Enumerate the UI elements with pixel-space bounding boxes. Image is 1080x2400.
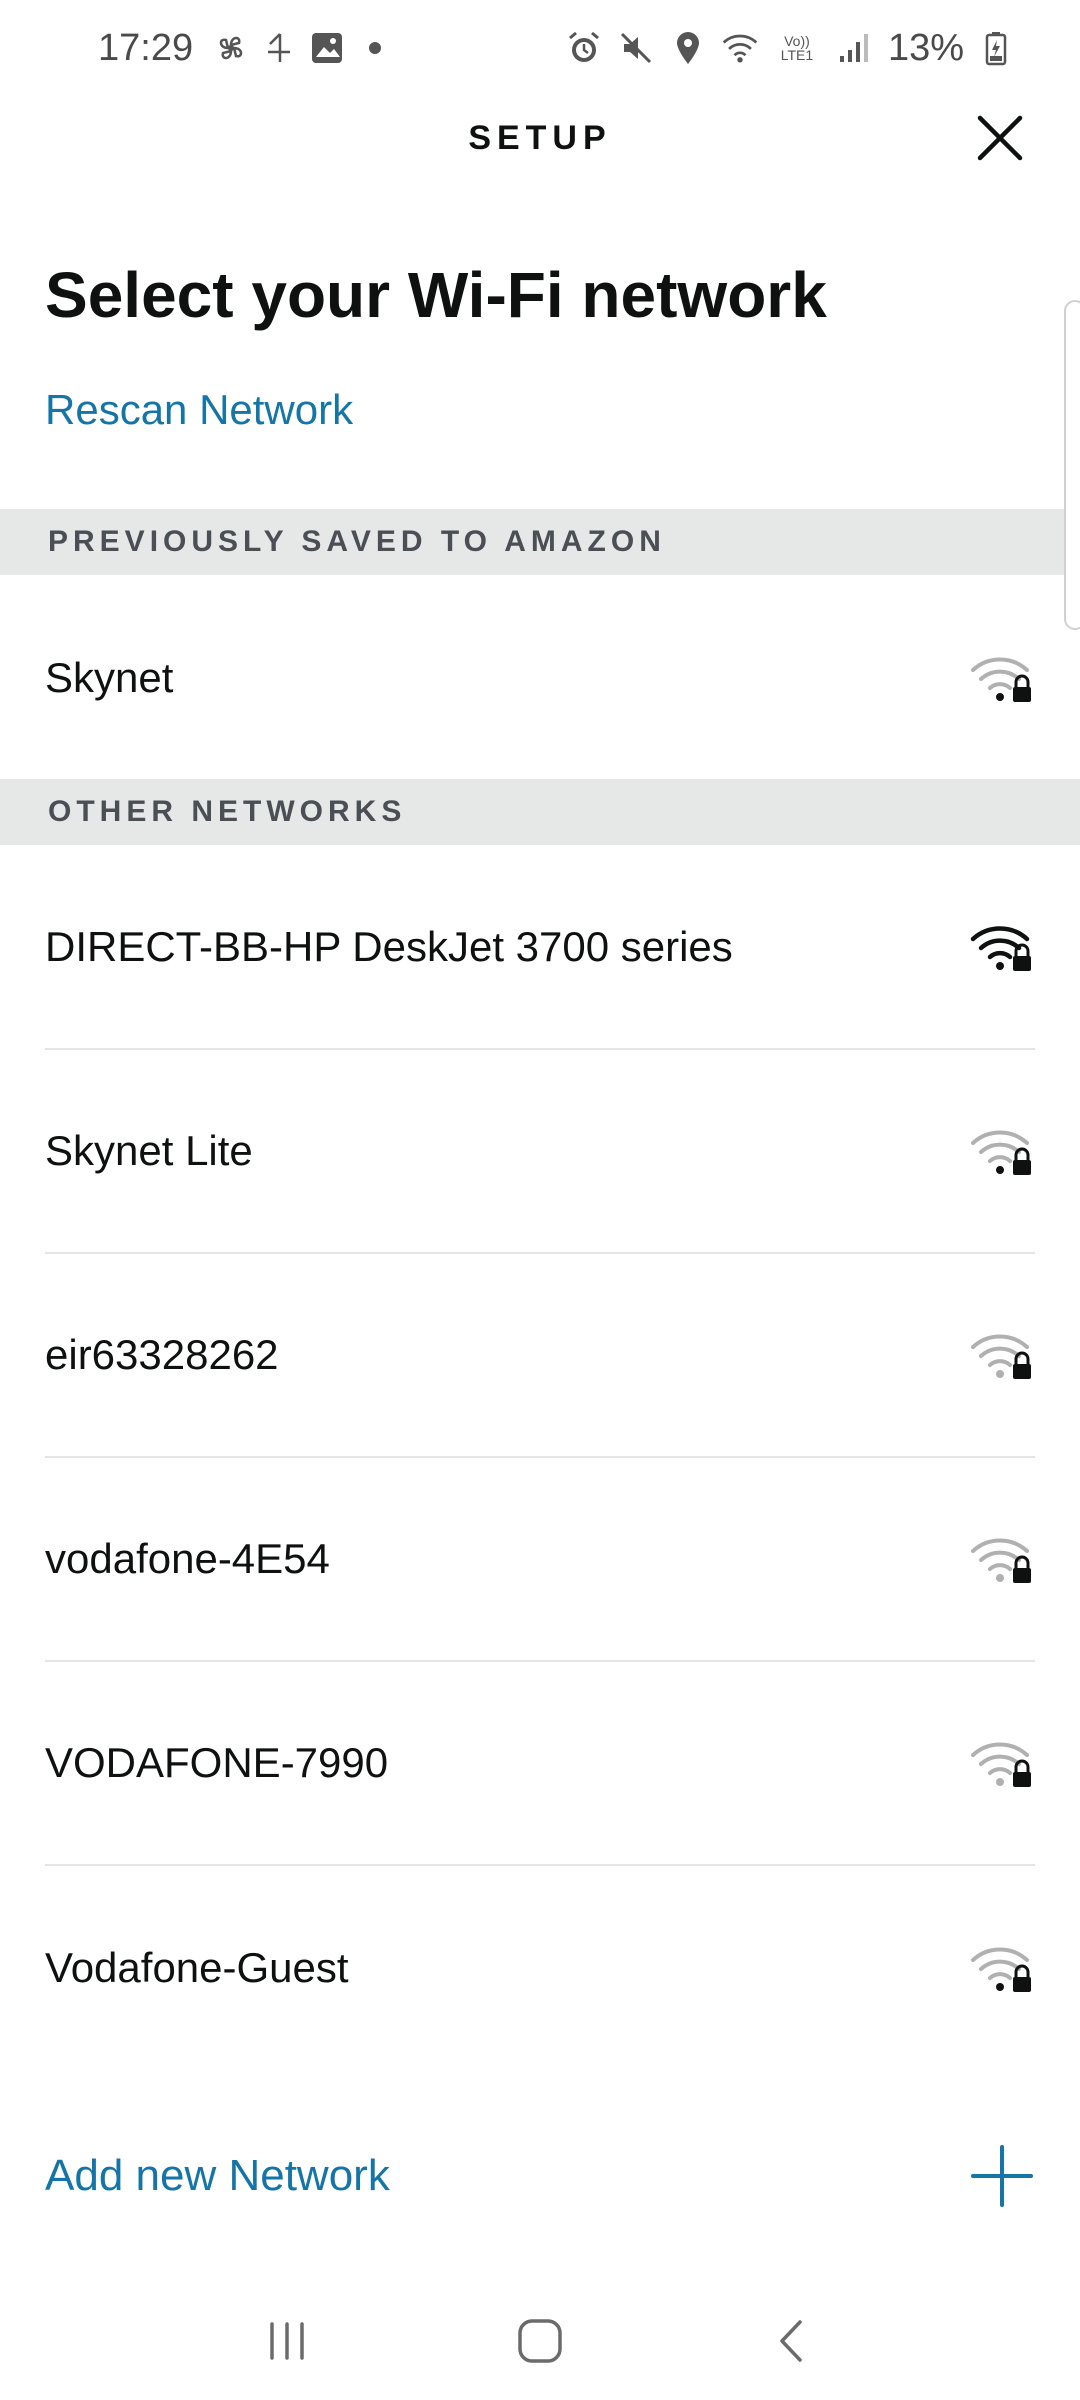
- status-time: 17:29: [98, 26, 194, 69]
- gallery-icon: [307, 28, 347, 68]
- wifi-lock-weak-icon: [971, 1947, 1031, 1992]
- status-bar-left: 17:29: [98, 26, 382, 70]
- network-name: Skynet: [45, 654, 174, 701]
- header: SETUP: [0, 96, 1080, 180]
- network-name: Skynet Lite: [45, 1127, 253, 1174]
- battery-percent: 13%: [887, 26, 964, 69]
- back-button[interactable]: [753, 2301, 833, 2381]
- network-name: Vodafone-Guest: [45, 1944, 349, 1991]
- status-bar: 17:29 Vo)) LTE1 13%: [0, 0, 1080, 96]
- network-row[interactable]: Skynet Lite: [45, 1050, 1035, 1254]
- wifi-lock-weak-icon: [971, 1538, 1031, 1583]
- network-name: DIRECT-BB-HP DeskJet 3700 series: [45, 923, 733, 970]
- screen: 17:29 Vo)) LTE1 13% SETUP Select your Wi…: [0, 0, 1080, 2400]
- add-network-button[interactable]: Add new Network: [45, 2126, 1035, 2226]
- close-icon: [977, 115, 1023, 161]
- volte-label: Vo)) LTE1: [780, 33, 814, 63]
- network-row[interactable]: DIRECT-BB-HP DeskJet 3700 series: [45, 846, 1035, 1050]
- location-icon: [668, 28, 708, 68]
- back-icon: [780, 2320, 803, 2362]
- network-row[interactable]: vodafone-4E54: [45, 1458, 1035, 1662]
- network-row-saved[interactable]: Skynet: [45, 576, 1035, 780]
- channel4-icon: [259, 28, 299, 68]
- plus-icon: [971, 2145, 1033, 2207]
- volte-icon: Vo)) LTE1: [772, 28, 822, 68]
- scrollbar-thumb[interactable]: [1064, 300, 1080, 630]
- network-row[interactable]: Vodafone-Guest: [45, 1866, 1035, 2070]
- header-title: SETUP: [468, 118, 612, 157]
- signal-icon: [834, 28, 874, 68]
- network-name: VODAFONE-7990: [45, 1739, 389, 1786]
- nav-bar: [0, 2282, 1080, 2400]
- network-name: eir63328262: [45, 1331, 279, 1378]
- fan-icon: [211, 28, 251, 68]
- wifi-lock-weak-icon: [971, 1742, 1031, 1787]
- wifi-lock-strong-icon: [970, 926, 1031, 971]
- close-button[interactable]: [970, 108, 1030, 168]
- network-name: vodafone-4E54: [45, 1535, 330, 1582]
- notification-dot-icon: [369, 42, 382, 54]
- network-row[interactable]: VODAFONE-7990: [45, 1662, 1035, 1866]
- mute-icon: [616, 28, 656, 68]
- wifi-status-icon: [720, 28, 760, 68]
- alarm-icon: [564, 28, 604, 68]
- wifi-lock-weak-icon: [971, 1334, 1031, 1379]
- recents-button[interactable]: [247, 2301, 327, 2381]
- recents-icon: [269, 2322, 304, 2360]
- rescan-network-link[interactable]: Rescan Network: [45, 386, 353, 434]
- status-bar-right: Vo)) LTE1 13%: [558, 27, 1022, 70]
- home-button[interactable]: [500, 2301, 580, 2381]
- home-icon: [518, 2319, 562, 2363]
- wifi-lock-weak-icon: [971, 1130, 1031, 1175]
- wifi-lock-weak-icon: [971, 657, 1031, 702]
- section-header-saved: PREVIOUSLY SAVED TO AMAZON: [0, 509, 1080, 575]
- add-network-label: Add new Network: [45, 2151, 390, 2200]
- section-header-other: OTHER NETWORKS: [0, 779, 1080, 845]
- battery-icon: [976, 28, 1016, 68]
- page-title: Select your Wi-Fi network: [45, 259, 827, 331]
- network-row[interactable]: eir63328262: [45, 1254, 1035, 1458]
